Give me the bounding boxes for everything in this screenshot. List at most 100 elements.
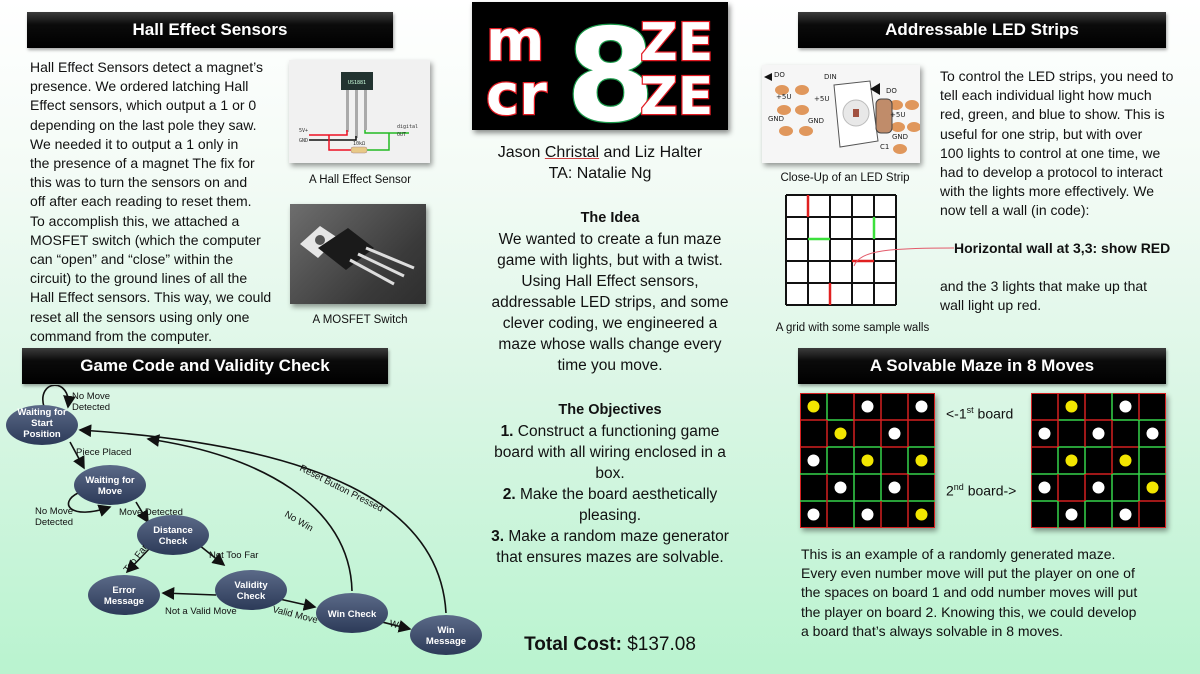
label-no-move-2b: Detected bbox=[35, 517, 73, 528]
idea-text-line: clever coding, we engineered a bbox=[502, 315, 718, 332]
led-text-line: tell each individual light how much bbox=[940, 87, 1152, 104]
hall-text-line: circuit) to the ground lines of all the bbox=[30, 270, 248, 287]
idea-title: The Idea bbox=[580, 210, 640, 226]
objective-text: Make the board aesthetically bbox=[515, 486, 718, 503]
author-prefix: Jason bbox=[497, 144, 545, 161]
maze-board-1 bbox=[800, 393, 935, 528]
objective-line: 2. Make the board aesthetically bbox=[460, 484, 760, 505]
authors: Jason Christal and Liz Halter bbox=[460, 142, 740, 163]
objective-text: Make a random maze generator bbox=[504, 528, 729, 545]
white-dot bbox=[1119, 400, 1132, 413]
yellow-dot bbox=[1146, 481, 1159, 494]
objectives-list: 1. Construct a functioning game board wit… bbox=[460, 421, 760, 568]
hall-text-line: Hall Effect Sensors detect a magnet’s bbox=[30, 59, 263, 75]
board-1-label-post: board bbox=[973, 405, 1014, 422]
solvable-text-line: This is an example of a randomly generat… bbox=[801, 546, 1116, 562]
maze-board-2 bbox=[1031, 393, 1166, 528]
idea-text: We wanted to create a fun maze game with … bbox=[460, 229, 760, 376]
strip-label: DO bbox=[886, 87, 897, 95]
led-text-line: red, green, and blue to show. This is bbox=[940, 106, 1165, 123]
board-1-label-sup: st bbox=[966, 405, 974, 415]
node-waiting-move: Waiting for Move bbox=[74, 465, 146, 505]
objective-line: 3. Make a random maze generator bbox=[460, 526, 760, 547]
white-dot bbox=[1038, 481, 1051, 494]
total-cost: Total Cost: $137.08 bbox=[460, 634, 760, 656]
white-dot bbox=[1092, 427, 1105, 440]
hall-description: Hall Effect Sensors detect a magnet’s pre… bbox=[30, 58, 300, 346]
led-text-line: with the lights more effectively. We bbox=[940, 183, 1154, 200]
label-no-win: No Win bbox=[283, 509, 315, 534]
edge-not-valid bbox=[161, 587, 217, 600]
board-1-label-pre: <-1 bbox=[946, 405, 967, 422]
hall-text-line: MOSFET switch (which the computer bbox=[30, 231, 261, 248]
solvable-text-line: Every even number move will put the play… bbox=[801, 565, 1135, 582]
hall-text-line: presence. We ordered latching Hall bbox=[30, 78, 249, 95]
node-waiting-start: Waiting for Start Position bbox=[6, 405, 78, 445]
board-2-label-pre: 2 bbox=[946, 482, 954, 499]
strip-label: +5U bbox=[776, 93, 791, 101]
led-section-title: Addressable LED Strips bbox=[885, 20, 1079, 39]
led-text-line: To control the LED strips, you need to bbox=[940, 68, 1174, 84]
hall-text-line: We needed it to output a 1 only in bbox=[30, 135, 239, 152]
objective-line: pleasing. bbox=[460, 505, 760, 526]
led-section-header: Addressable LED Strips bbox=[798, 12, 1166, 48]
hall-text-line: Effect sensors, which output a 1 or 0 bbox=[30, 97, 257, 114]
node-error-message: Error Message bbox=[88, 575, 160, 615]
solvable-text-line: a board that’s always solvable in 8 move… bbox=[801, 622, 1063, 639]
out-label-2: OUT bbox=[397, 132, 406, 138]
edge-loop-start bbox=[42, 385, 76, 409]
objective-number: 2. bbox=[502, 486, 516, 503]
hall-text-line: reset all the sensors using only one bbox=[30, 308, 250, 325]
objective-line: box. bbox=[460, 463, 760, 484]
yellow-dot bbox=[915, 454, 928, 467]
yellow-dot bbox=[834, 427, 847, 440]
led-text-line: had to develop a protocol to interact bbox=[940, 164, 1163, 181]
white-dot bbox=[861, 508, 874, 521]
solvable-section-title: A Solvable Maze in 8 Moves bbox=[869, 356, 1095, 375]
hall-sensor-image: US1881 5V+ GND 10kΩ digital OUT bbox=[289, 60, 430, 163]
resistor-label: 10kΩ bbox=[353, 141, 365, 147]
yellow-dot bbox=[1065, 400, 1078, 413]
label-too-far: Too Far bbox=[122, 543, 151, 575]
label-not-too-far: Not Too Far bbox=[209, 550, 258, 561]
hall-text-line: off after each reading to reset them. bbox=[30, 193, 252, 210]
idea-text-line: game with lights, but with a twist. bbox=[497, 252, 723, 269]
idea-text-line: addressable LED strips, and some bbox=[491, 294, 729, 311]
hall-text-line: Hall Effect sensors. This way, we could bbox=[30, 289, 272, 306]
white-dot bbox=[1119, 508, 1132, 521]
label-win: Win bbox=[388, 618, 407, 633]
idea-text-line: We wanted to create a fun maze bbox=[498, 231, 722, 248]
led-strip-image: DO DIN +5U +5U GND GND DO +5U GND C1 bbox=[762, 65, 920, 163]
objective-text: pleasing. bbox=[578, 507, 642, 524]
board-2-label: 2nd board-> bbox=[946, 482, 1016, 499]
label-reset-pressed: Reset Button Pressed bbox=[298, 463, 385, 515]
logo-ze-bottom: ZE bbox=[640, 67, 713, 127]
objective-text: board with all wiring enclosed in a bbox=[494, 444, 726, 461]
grid-caption: A grid with some sample walls bbox=[775, 322, 930, 334]
hall-section-header: Hall Effect Sensors bbox=[27, 12, 393, 48]
led-text-line: now tell a wall (in code): bbox=[940, 202, 1090, 219]
label-not-valid-move: Not a Valid Move bbox=[165, 606, 237, 617]
label-valid-move: Valid Move bbox=[271, 604, 319, 626]
callout-line bbox=[853, 247, 955, 267]
white-dot bbox=[861, 400, 874, 413]
white-dot bbox=[1092, 481, 1105, 494]
svg-text:Win Check: Win Check bbox=[328, 609, 377, 620]
strip-label: +5U bbox=[890, 111, 905, 119]
label-no-move-1a: No Move bbox=[72, 391, 110, 402]
solvable-text-line: the spaces on board 1 and odd number mov… bbox=[801, 584, 1138, 601]
game-section-title: Game Code and Validity Check bbox=[80, 356, 330, 375]
hall-text-line: depending on the last pole they saw. bbox=[30, 116, 257, 133]
strip-label: DIN bbox=[824, 73, 837, 81]
hall-sensor-caption: A Hall Effect Sensor bbox=[308, 174, 412, 186]
white-dot bbox=[834, 481, 847, 494]
game-section-header: Game Code and Validity Check bbox=[22, 348, 388, 384]
idea-block: The Idea We wanted to create a fun maze g… bbox=[460, 208, 760, 376]
led-text-line: 100 lights to control at one time, we bbox=[940, 144, 1161, 161]
label-no-move-1b: Detected bbox=[72, 402, 110, 413]
svg-text:DistanceCheck: Distance Check bbox=[153, 525, 193, 547]
label-piece-placed: Piece Placed bbox=[76, 447, 131, 458]
strip-label: GND bbox=[768, 115, 784, 123]
white-dot bbox=[807, 454, 820, 467]
idea-text-line: maze whose walls change every bbox=[498, 336, 722, 353]
